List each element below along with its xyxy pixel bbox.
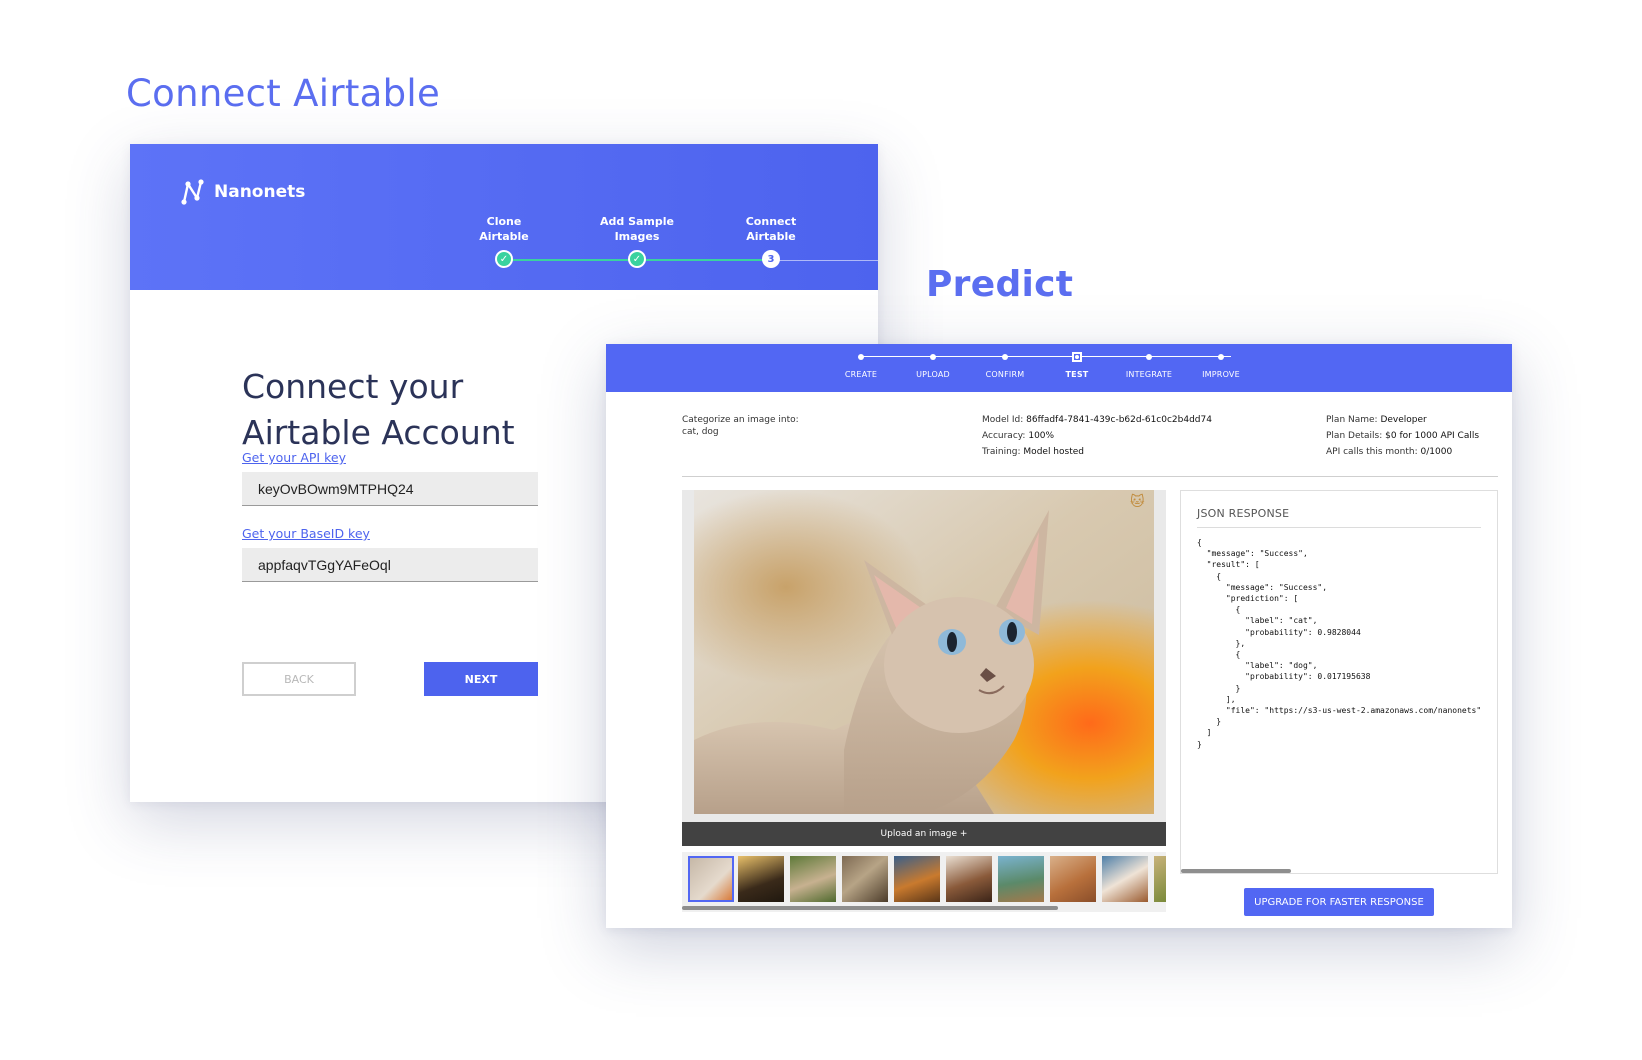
thumbnail-dog-on-grass[interactable] [738,856,784,902]
predict-panel: CREATE UPLOAD CONFIRM TEST INTEGRATE IMP… [606,344,1512,928]
step-label-line: Clone [486,215,522,228]
step-clone-airtable[interactable]: Clone Airtable ✓ [444,214,564,268]
accuracy-row: Accuracy: 100% [982,428,1212,444]
thumbnail-cat-and-dog[interactable] [946,856,992,902]
step-label: IMPROVE [1202,370,1240,379]
accuracy-label: Accuracy: [982,431,1026,441]
step-number-badge: 3 [762,250,780,268]
training-value: Model hosted [1023,447,1084,457]
json-scrollbar[interactable] [1181,869,1291,873]
json-response-body: { "message": "Success", "result": [ { "m… [1197,538,1482,749]
step-label-line: Airtable [479,230,529,243]
connect-header: Nanonets Clone Airtable ✓ Add Sample Ima… [130,144,878,290]
model-info: Model Id: 86ffadf4-7841-439c-b62d-61c0c2… [982,412,1212,460]
predict-heading: Predict [926,264,1074,305]
step-label: UPLOAD [916,370,950,379]
page-title: Connect your Airtable Account [242,364,562,456]
check-icon: ✓ [628,250,646,268]
check-icon: ✓ [495,250,513,268]
step-label: CREATE [844,370,878,379]
step-add-sample-images[interactable]: Add Sample Images ✓ [577,214,697,268]
step-label-line: Airtable [746,230,796,243]
predict-step-confirm[interactable]: CONFIRM [965,350,1045,379]
back-button[interactable]: BACK [242,662,356,696]
baseid-key-input[interactable] [242,548,538,582]
categorize-info: Categorize an image into: cat, dog [682,414,799,438]
predict-step-test[interactable]: TEST [1037,350,1117,379]
api-key-input[interactable] [242,472,538,506]
connect-airtable-heading: Connect Airtable [126,72,441,115]
training-row: Training: Model hosted [982,444,1212,460]
api-calls-row: API calls this month: 0/1000 [1326,444,1479,460]
api-calls-value: 0/1000 [1420,447,1453,457]
json-response-title: JSON RESPONSE [1197,507,1290,520]
step-dot [1218,354,1224,360]
test-image [694,490,1154,814]
plan-name-row: Plan Name: Developer [1326,412,1479,428]
step-connect-airtable[interactable]: Connect Airtable 3 [711,214,831,268]
step-dot [1002,354,1008,360]
title-line: Connect your [242,367,464,406]
plan-details-label: Plan Details: [1326,431,1383,441]
predict-header: CREATE UPLOAD CONFIRM TEST INTEGRATE IMP… [606,344,1512,392]
info-divider [682,476,1498,477]
thumbnail-partial[interactable] [1154,856,1166,902]
step-label: Clone Airtable [444,214,564,244]
step-dot [858,354,864,360]
upload-image-button[interactable]: Upload an image + [682,822,1166,846]
step-dot [930,354,936,360]
step-label-line: Connect [745,215,797,228]
accuracy-value: 100% [1028,431,1055,441]
step-label: INTEGRATE [1125,370,1173,379]
thumbnail-tabby-cat[interactable] [842,856,888,902]
plan-details-value: $0 for 1000 API Calls [1385,431,1480,441]
model-id-row: Model Id: 86ffadf4-7841-439c-b62d-61c0c2… [982,412,1212,428]
thumbnail-cat-and-dog-lying[interactable] [1050,856,1096,902]
api-calls-label: API calls this month: [1326,447,1418,457]
step-label: CONFIRM [985,370,1025,379]
model-id-label: Model Id: [982,415,1024,425]
json-title-divider [1197,527,1481,528]
categorize-label: Categorize an image into: [682,415,799,425]
step-label: TEST [1065,370,1089,379]
plan-details-row: Plan Details: $0 for 1000 API Calls [1326,428,1479,444]
get-api-key-link[interactable]: Get your API key [242,450,346,465]
predict-step-improve[interactable]: IMPROVE [1181,350,1261,379]
thumbnail-dog-by-lake[interactable] [998,856,1044,902]
plan-name-label: Plan Name: [1326,415,1378,425]
thumbnail-abyssinian-cat[interactable] [894,856,940,902]
categories-value: cat, dog [682,427,719,437]
thumbnail-beagle-puppy[interactable] [1102,856,1148,902]
sphynx-cat-photo [694,490,1154,814]
step-dot [1146,354,1152,360]
model-id-value: 86ffadf4-7841-439c-b62d-61c0c2b4dd74 [1026,415,1212,425]
thumbnail-pug[interactable] [790,856,836,902]
test-image-area: 🐱 [682,490,1166,830]
step-label: Connect Airtable [711,214,831,244]
step-label-line: Images [614,230,660,243]
predict-step-upload[interactable]: UPLOAD [893,350,973,379]
connect-stepper: Clone Airtable ✓ Add Sample Images ✓ Con… [479,214,878,274]
step-label: Add Sample Images [577,214,697,244]
thumbnail-sphynx-cat[interactable] [688,856,734,902]
predict-step-integrate[interactable]: INTEGRATE [1109,350,1189,379]
plan-name-value: Developer [1380,415,1427,425]
current-step-dot [1072,352,1082,362]
sample-thumbnail-strip[interactable] [682,852,1166,912]
thumbnail-scrollbar[interactable] [682,906,1058,910]
step-label-line: Add Sample [599,215,674,228]
predict-step-create[interactable]: CREATE [821,350,901,379]
nanonets-logo: Nanonets [180,178,305,206]
upgrade-button[interactable]: UPGRADE FOR FASTER RESPONSE [1244,888,1434,916]
training-label: Training: [982,447,1021,457]
next-button[interactable]: NEXT [424,662,538,696]
nanonets-logo-icon [181,179,204,205]
get-baseid-key-link[interactable]: Get your BaseID key [242,526,370,541]
brand-name: Nanonets [214,182,306,202]
plan-info: Plan Name: Developer Plan Details: $0 fo… [1326,412,1479,460]
json-response-panel: JSON RESPONSE { "message": "Success", "r… [1180,490,1498,874]
model-mascot-icon: 🐱 [1130,494,1145,510]
